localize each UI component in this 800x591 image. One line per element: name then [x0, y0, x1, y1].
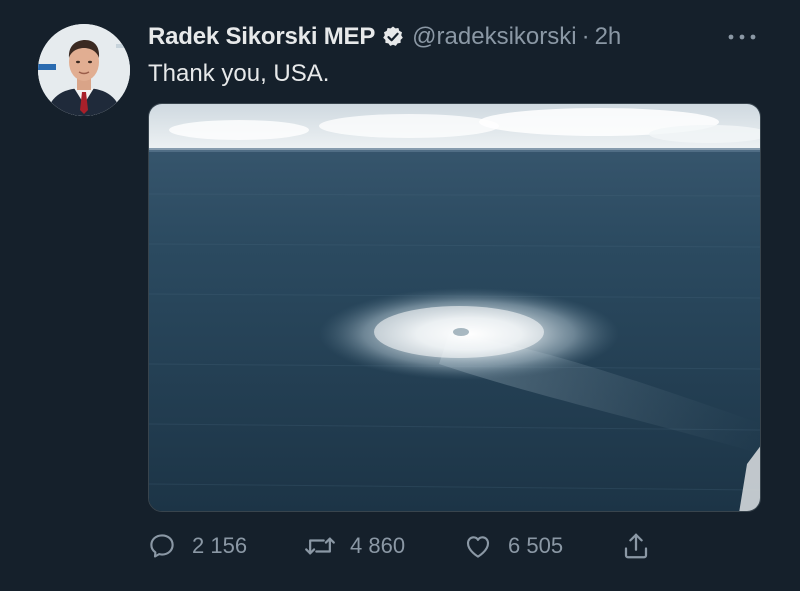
tweet-timestamp[interactable]: 2h	[595, 23, 622, 51]
retweet-icon	[304, 530, 336, 562]
separator-dot: ·	[581, 23, 590, 50]
verified-badge-icon	[381, 25, 405, 49]
retweet-button[interactable]: 4 860	[304, 524, 405, 568]
author-handle[interactable]: @radeksikorski	[412, 23, 576, 51]
tweet-card[interactable]: Radek Sikorski MEP @radeksikorski · 2h T…	[0, 0, 800, 591]
tweet-header: Radek Sikorski MEP @radeksikorski · 2h	[148, 22, 621, 52]
avatar-image	[38, 24, 130, 116]
reply-button[interactable]: 2 156	[146, 524, 247, 568]
like-count: 6 505	[508, 533, 564, 558]
like-button[interactable]: 6 505	[462, 524, 563, 568]
more-options-button[interactable]	[724, 26, 760, 48]
more-horizontal-icon	[728, 34, 756, 40]
reply-icon	[146, 530, 178, 562]
tweet-text: Thank you, USA.	[148, 60, 330, 87]
avatar[interactable]	[38, 24, 130, 116]
share-button[interactable]	[620, 524, 652, 568]
tweet-actions: 2 156 4 860 6 505	[0, 524, 800, 568]
heart-icon	[462, 530, 494, 562]
photo-icon	[149, 104, 760, 511]
author-display-name[interactable]: Radek Sikorski MEP	[148, 23, 375, 51]
retweet-count: 4 860	[350, 533, 406, 558]
reply-count: 2 156	[192, 533, 248, 558]
share-icon	[620, 530, 652, 562]
tweet-media-photo[interactable]	[148, 103, 761, 512]
